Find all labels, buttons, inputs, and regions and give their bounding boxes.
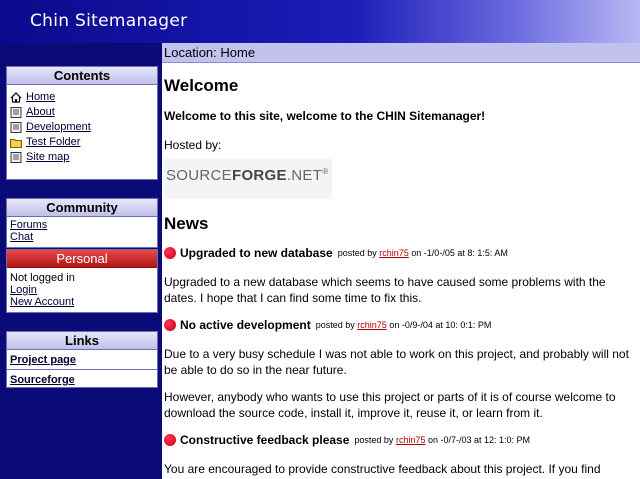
bullet-icon <box>164 434 176 446</box>
new-account-link[interactable]: New Account <box>10 296 74 308</box>
news-meta: posted by rchin75 on -1/0-/05 at 8: 1:5:… <box>337 248 508 258</box>
sourceforge-logo[interactable]: SOURCEFORGE.NET® <box>164 159 332 199</box>
community-box: Community Forums Chat <box>6 198 158 248</box>
sourceforge-link[interactable]: Sourceforge <box>10 374 75 386</box>
news-meta: posted by rchin75 on -0/9-/04 at 10: 0:1… <box>315 320 492 330</box>
page-icon <box>10 107 22 118</box>
personal-title: Personal <box>7 250 157 268</box>
nav-link-forums[interactable]: Forums <box>10 219 47 231</box>
project-page-link[interactable]: Project page <box>10 354 76 366</box>
nav-item-site-map[interactable]: Site map <box>10 150 154 165</box>
nav-link-about[interactable]: About <box>26 105 55 120</box>
news-body: However, anybody who wants to use this p… <box>164 390 616 420</box>
links-title: Links <box>7 332 157 350</box>
author-link[interactable]: rchin75 <box>357 320 387 330</box>
nav-item-test-folder[interactable]: Test Folder <box>10 135 154 150</box>
news-item-header: Upgraded to new database posted by rchin… <box>164 246 508 260</box>
main-content: Welcome Welcome to this site, welcome to… <box>164 63 640 479</box>
bullet-icon <box>164 319 176 331</box>
nav-link-home[interactable]: Home <box>26 90 55 105</box>
bullet-icon <box>164 247 176 259</box>
author-link[interactable]: rchin75 <box>379 248 409 258</box>
header-banner: Chin Sitemanager <box>0 0 640 43</box>
home-icon <box>10 92 22 103</box>
news-heading: News <box>164 214 209 233</box>
site-title: Chin Sitemanager <box>30 11 188 31</box>
news-item-header: Constructive feedback please posted by r… <box>164 433 530 447</box>
personal-box: Personal Not logged in Login New Account <box>6 249 158 313</box>
folder-icon <box>10 137 22 148</box>
page-icon <box>10 152 22 163</box>
news-title: Upgraded to new database <box>180 246 333 260</box>
login-status: Not logged in <box>10 272 75 284</box>
links-box: Links Project page Sourceforge <box>6 331 158 388</box>
nav-link-site-map[interactable]: Site map <box>26 150 69 165</box>
news-title: No active development <box>180 318 311 332</box>
nav-item-home[interactable]: Home <box>10 90 154 105</box>
page-icon <box>10 122 22 133</box>
nav-link-chat[interactable]: Chat <box>10 231 33 243</box>
news-body: Due to a very busy schedule I was not ab… <box>164 347 629 377</box>
news-title: Constructive feedback please <box>180 433 350 447</box>
welcome-message: Welcome to this site, welcome to the CHI… <box>164 109 486 123</box>
contents-box: Contents Home About Development Test Fol… <box>6 66 158 180</box>
news-body: Upgraded to a new database which seems t… <box>164 275 606 305</box>
author-link[interactable]: rchin75 <box>396 435 426 445</box>
page-title: Welcome <box>164 76 239 95</box>
location-bar: Location: Home <box>162 43 640 63</box>
news-item-header: No active development posted by rchin75 … <box>164 318 491 332</box>
login-link[interactable]: Login <box>10 284 37 296</box>
nav-item-development[interactable]: Development <box>10 120 154 135</box>
nav-item-about[interactable]: About <box>10 105 154 120</box>
news-body: You are encouraged to provide constructi… <box>164 462 601 476</box>
hosted-by-label: Hosted by: <box>164 138 222 152</box>
nav-link-test-folder[interactable]: Test Folder <box>26 135 80 150</box>
community-title: Community <box>7 199 157 217</box>
nav-link-development[interactable]: Development <box>26 120 91 135</box>
news-meta: posted by rchin75 on -0/7-/03 at 12: 1:0… <box>354 435 531 445</box>
contents-title: Contents <box>7 67 157 85</box>
